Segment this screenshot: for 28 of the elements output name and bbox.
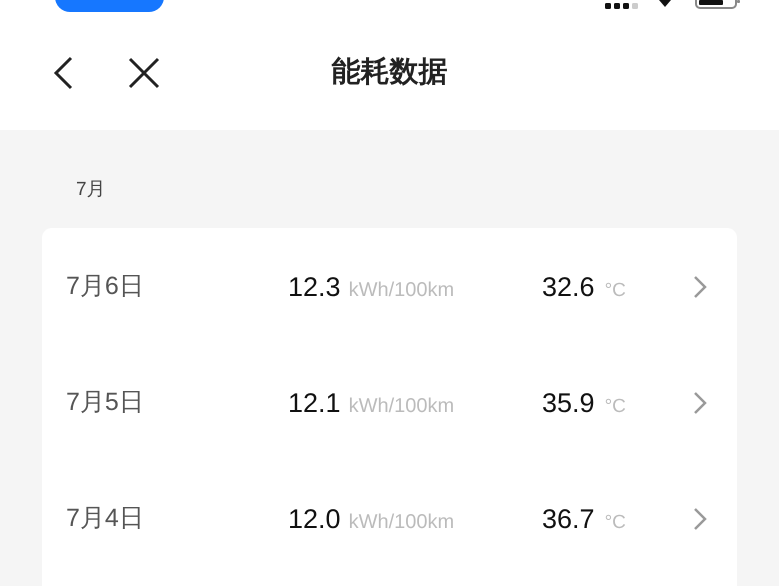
chevron-icon	[693, 507, 707, 531]
chevron-icon	[693, 391, 707, 415]
back-icon[interactable]	[52, 56, 74, 90]
temperature-value: 32.6	[542, 270, 595, 304]
consumption-unit: kWh/100km	[348, 510, 454, 535]
date-label: 7月5日	[66, 387, 145, 418]
close-icon[interactable]	[128, 57, 160, 89]
record-row[interactable]: 7月4日 12.0 kWh/100km 36.7 °C	[42, 461, 737, 577]
temperature-value: 36.7	[542, 502, 595, 536]
consumption-unit: kWh/100km	[348, 394, 454, 419]
date-label: 7月6日	[66, 271, 145, 302]
wifi-icon	[657, 0, 673, 8]
temperature-value: 35.9	[542, 386, 595, 420]
temperature-unit: °C	[604, 510, 626, 535]
month-label: 7月	[76, 179, 106, 200]
record-row[interactable]: 7月6日 12.3 kWh/100km 32.6 °C	[42, 229, 737, 345]
temperature-unit: °C	[604, 394, 626, 419]
battery-icon	[695, 0, 741, 10]
signal-icon	[605, 2, 639, 10]
temperature-unit: °C	[604, 278, 626, 303]
consumption-value: 12.3	[288, 270, 341, 304]
consumption-unit: kWh/100km	[348, 278, 454, 303]
date-label: 7月4日	[66, 503, 145, 534]
record-row[interactable]: 7月5日 12.1 kWh/100km 35.9 °C	[42, 345, 737, 461]
chevron-icon	[693, 275, 707, 299]
consumption-value: 12.0	[288, 502, 341, 536]
consumption-value: 12.1	[288, 386, 341, 420]
page-title: 能耗数据	[332, 55, 448, 90]
